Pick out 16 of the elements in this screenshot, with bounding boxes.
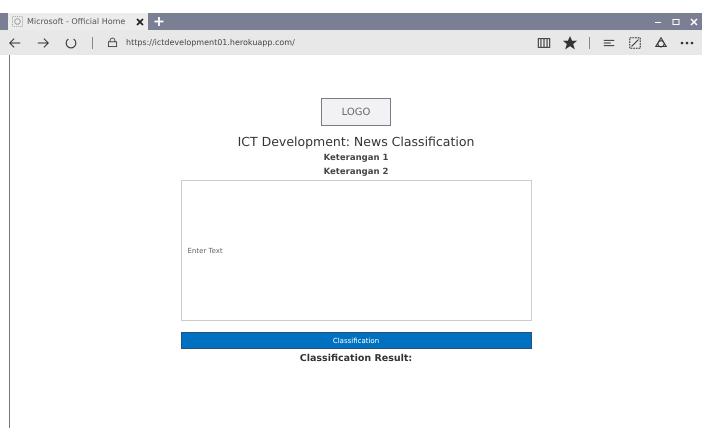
logo: LOGO (321, 98, 391, 126)
address-text[interactable]: https://ictdevelopment01.herokuapp.com/ (126, 38, 295, 47)
browser-tab[interactable]: Microsoft - Official Home (8, 13, 148, 30)
more-icon[interactable] (680, 40, 694, 44)
page-icon (12, 16, 23, 27)
caption: Keterangan 2 (324, 167, 388, 177)
page-title: ICT Development: News Classification (238, 134, 474, 149)
back-icon[interactable] (8, 36, 22, 50)
star-icon[interactable] (563, 36, 577, 50)
close-icon[interactable] (136, 18, 144, 26)
result-label: Classification Result: (300, 353, 412, 364)
maximize-icon[interactable] (672, 18, 680, 26)
tab-title: Microsoft - Official Home (27, 17, 126, 26)
caption: Keterangan 1 (324, 153, 388, 163)
forward-icon[interactable] (36, 36, 50, 50)
lock-icon[interactable] (107, 37, 118, 48)
